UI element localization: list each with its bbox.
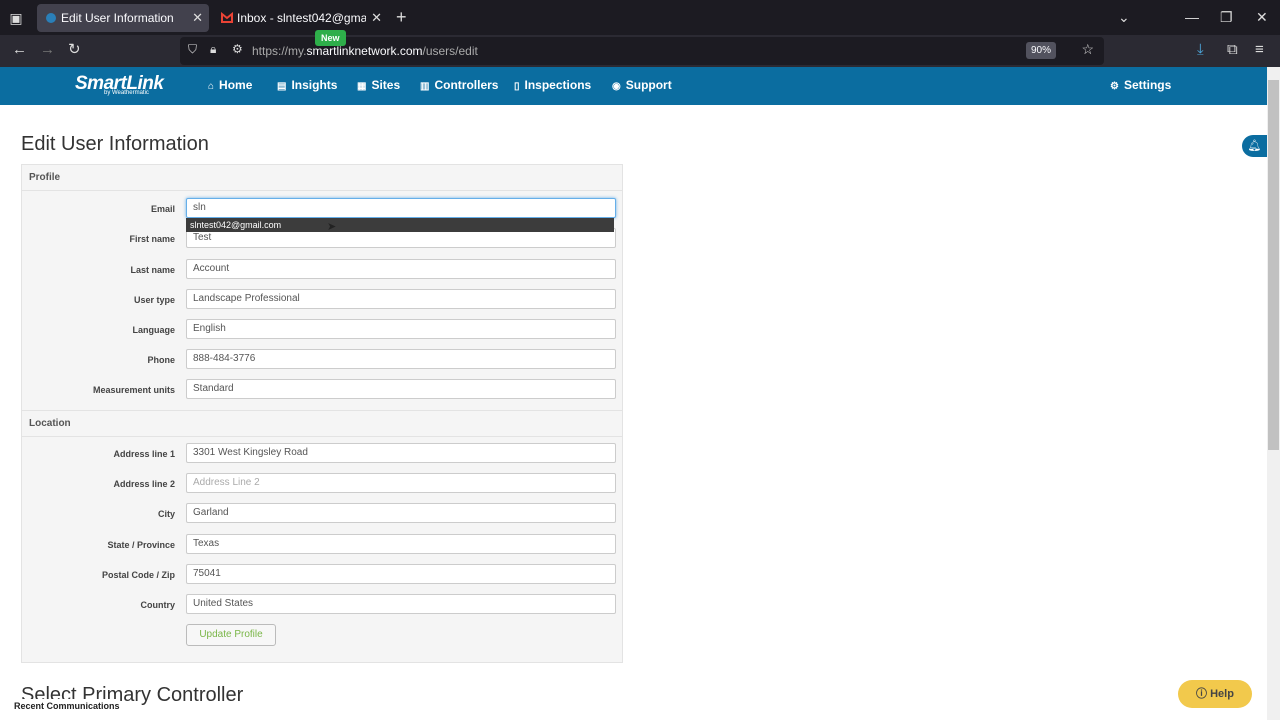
address-line-2-label: Address line 2: [113, 479, 175, 489]
nav-label: Settings: [1123, 78, 1172, 92]
page-title: Edit User Information: [21, 133, 209, 155]
nav-label: Home: [219, 78, 253, 92]
url-text: https://my.smartlinknetwork.com/users/ed…: [252, 44, 478, 58]
city-field[interactable]: Garland: [186, 503, 616, 523]
address-line-1-label: Address line 1: [113, 449, 175, 459]
back-arrow-icon[interactable]: ←: [12, 39, 27, 61]
tab-overflow-chevron-icon[interactable]: ⌄: [1118, 6, 1130, 28]
bookmark-star-icon[interactable]: ☆: [1081, 41, 1094, 58]
language-select[interactable]: English: [186, 319, 616, 339]
nav-home[interactable]: ⌂ Home: [208, 78, 252, 92]
minimize-icon[interactable]: —: [1185, 6, 1199, 28]
nav-support[interactable]: ◉ Support: [612, 78, 672, 92]
nav-settings[interactable]: ⚙ Settings: [1110, 78, 1171, 92]
first-name-label: First name: [129, 234, 175, 244]
clipboard-icon: ▯: [514, 81, 520, 92]
email-label: Email: [150, 204, 175, 214]
site-nav: SmartLink by Weathermatic ⌂ Home ▤ Insight…: [0, 67, 1267, 105]
restore-icon[interactable]: ❐: [1220, 6, 1233, 28]
building-icon: ▦: [357, 81, 367, 92]
permissions-icon[interactable]: ⚙: [232, 42, 243, 56]
close-window-icon[interactable]: ✕: [1256, 6, 1268, 28]
bell-icon[interactable]: 🔔︎: [1242, 135, 1267, 157]
email-field[interactable]: sln: [186, 198, 616, 218]
mouse-cursor-icon: ➤: [327, 221, 337, 233]
nav-sites[interactable]: ▦ Sites: [357, 78, 400, 92]
state-select[interactable]: Texas: [186, 534, 616, 554]
tab-title: Inbox - slntest042@gmail.com -: [237, 11, 366, 25]
browser-tab-bar: ▣ Edit User Information ✕ Inbox - slntes…: [0, 0, 1280, 35]
last-name-field[interactable]: Account: [186, 259, 616, 279]
nav-label: Inspections: [524, 78, 592, 92]
browser-nav-bar: ← → ↻ ⛉ 🔒︎ ⚙ https://my.smartlinknetwork…: [0, 35, 1280, 67]
postal-code-field[interactable]: 75041: [186, 564, 616, 584]
gmail-icon: [221, 12, 233, 23]
smartlink-favicon-icon: [46, 13, 56, 23]
user-type-label: User type: [133, 295, 175, 305]
home-icon: ⌂: [208, 81, 215, 92]
nav-insights[interactable]: ▤ Insights: [277, 78, 337, 92]
scrollbar-thumb[interactable]: [1268, 80, 1279, 450]
tab-edit-user[interactable]: Edit User Information ✕: [37, 4, 209, 32]
tab-inbox[interactable]: Inbox - slntest042@gmail.com - ✕: [213, 4, 388, 32]
shield-icon[interactable]: ⛉: [188, 42, 197, 57]
postal-code-label: Postal Code / Zip: [101, 570, 175, 580]
language-label: Language: [132, 325, 175, 335]
controller-icon: ▥: [420, 81, 430, 92]
phone-field[interactable]: 888-484-3776: [186, 349, 616, 369]
tab-list-icon[interactable]: ▣: [6, 8, 26, 28]
measurement-units-label: Measurement units: [92, 385, 175, 395]
last-name-label: Last name: [130, 265, 175, 275]
location-section-heading: Location: [22, 410, 622, 437]
tab-title: Edit User Information: [61, 11, 174, 25]
close-tab-icon[interactable]: ✕: [371, 4, 382, 32]
reload-icon[interactable]: ↻: [68, 39, 81, 61]
country-label: Country: [140, 600, 176, 610]
url-domain: smartlinknetwork.com: [306, 44, 423, 58]
city-label: City: [157, 509, 175, 519]
nav-label: Sites: [371, 78, 401, 92]
url-host: https://my.: [252, 44, 307, 58]
nav-inspections[interactable]: ▯ Inspections: [514, 78, 591, 92]
question-icon: ⓘ: [1196, 688, 1211, 700]
url-path: /users/edit: [422, 44, 478, 58]
address-line-2-field[interactable]: Address Line 2: [186, 473, 616, 493]
extensions-icon[interactable]: ⧉: [1227, 39, 1238, 61]
nav-label: Insights: [291, 78, 338, 92]
measurement-units-select[interactable]: Standard: [186, 379, 616, 399]
nav-label: Support: [625, 78, 672, 92]
new-badge: New: [315, 30, 346, 46]
download-icon[interactable]: ⤓: [1197, 39, 1204, 61]
forward-arrow-icon[interactable]: →: [40, 39, 55, 61]
user-type-select[interactable]: Landscape Professional: [186, 289, 616, 309]
nav-label: Controllers: [434, 78, 499, 92]
new-tab-button[interactable]: +: [396, 6, 407, 28]
edit-user-form: Profile Email sln First name Test Last n…: [21, 164, 623, 663]
gear-icon: ⚙: [1110, 81, 1119, 92]
chart-icon: ▤: [277, 81, 287, 92]
phone-label: Phone: [147, 355, 175, 365]
email-autocomplete-suggestion[interactable]: slntest042@gmail.com: [186, 218, 614, 232]
menu-icon[interactable]: ≡: [1255, 39, 1264, 61]
lock-icon[interactable]: 🔒︎: [210, 42, 216, 57]
profile-section-heading: Profile: [22, 165, 622, 191]
address-line-1-field[interactable]: 3301 West Kingsley Road: [186, 443, 616, 463]
support-icon: ◉: [612, 81, 621, 92]
state-label: State / Province: [107, 540, 175, 550]
close-tab-icon[interactable]: ✕: [192, 4, 203, 32]
country-select[interactable]: United States: [186, 594, 616, 614]
help-button[interactable]: ⓘ Help: [1178, 680, 1252, 708]
help-label: Help: [1210, 688, 1234, 700]
recent-communications-tab[interactable]: Recent Communications: [0, 699, 120, 720]
update-profile-button[interactable]: Update Profile: [186, 624, 276, 646]
zoom-level[interactable]: 90%: [1025, 42, 1056, 59]
nav-controllers[interactable]: ▥ Controllers: [420, 78, 498, 92]
logo-subtitle: by Weathermatic: [104, 90, 149, 96]
